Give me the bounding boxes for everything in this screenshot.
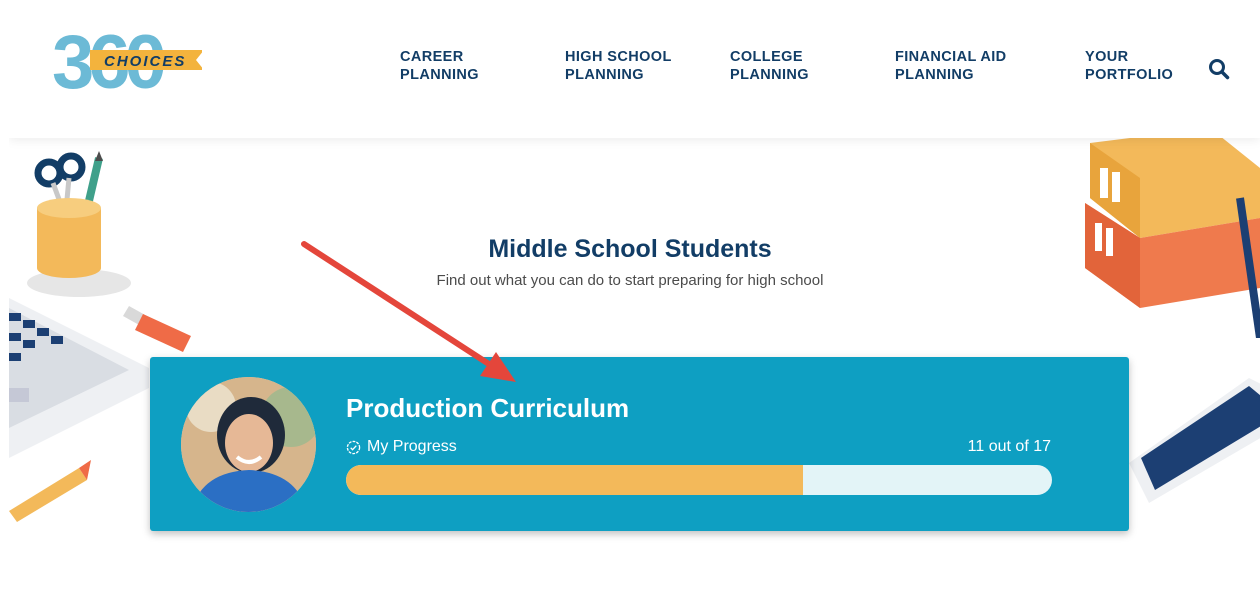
site-header: 360 CHOICES CAREER PLANNING HIGH SCHOOL … xyxy=(9,6,1260,138)
logo-graphic: 360 CHOICES xyxy=(52,20,204,105)
nav-career-planning[interactable]: CAREER PLANNING xyxy=(400,48,479,84)
svg-text:CHOICES: CHOICES xyxy=(104,53,186,70)
tablet-illustration xyxy=(1129,378,1260,503)
student-photo xyxy=(181,377,316,512)
curriculum-title: Production Curriculum xyxy=(346,393,630,423)
nav-college-planning[interactable]: COLLEGE PLANNING xyxy=(730,48,809,84)
nav-financial-aid-planning[interactable]: FINANCIAL AID PLANNING xyxy=(895,48,1007,84)
check-circle-icon xyxy=(346,440,361,454)
student-avatar xyxy=(181,377,316,512)
progress-label-text: My Progress xyxy=(367,438,457,455)
progress-label: My Progress xyxy=(346,438,457,456)
nav-label: FINANCIAL AID xyxy=(895,49,1007,65)
nav-your-portfolio[interactable]: YOUR PORTFOLIO xyxy=(1085,48,1173,84)
nav-label: PLANNING xyxy=(895,67,974,83)
pencil-illustration xyxy=(9,460,91,522)
nav-label: PORTFOLIO xyxy=(1085,67,1174,83)
hero-subtitle: Find out what you can do to start prepar… xyxy=(436,272,824,289)
nav-label: PLANNING xyxy=(400,67,479,83)
hero-title: Middle School Students xyxy=(488,235,772,263)
curriculum-card[interactable]: Production Curriculum My Progress 11 out… xyxy=(150,357,1129,531)
logo[interactable]: 360 CHOICES xyxy=(52,20,204,105)
nav-label: PLANNING xyxy=(565,67,644,83)
nav-high-school-planning[interactable]: HIGH SCHOOL PLANNING xyxy=(565,48,672,84)
window-edge xyxy=(0,0,9,594)
progress-bar xyxy=(346,465,1052,495)
search-icon xyxy=(1209,59,1230,80)
progress-count: 11 out of 17 xyxy=(967,438,1051,455)
usb-drive-illustration xyxy=(123,306,191,352)
nav-label: HIGH SCHOOL xyxy=(565,49,672,65)
window-edge-top xyxy=(0,0,1260,6)
nav-label: COLLEGE xyxy=(730,49,803,65)
progress-bar-fill xyxy=(346,465,803,495)
search-button[interactable] xyxy=(1208,58,1230,80)
nav-label: PLANNING xyxy=(730,67,809,83)
nav-label: CAREER xyxy=(400,49,464,65)
nav-label: YOUR xyxy=(1085,49,1129,65)
